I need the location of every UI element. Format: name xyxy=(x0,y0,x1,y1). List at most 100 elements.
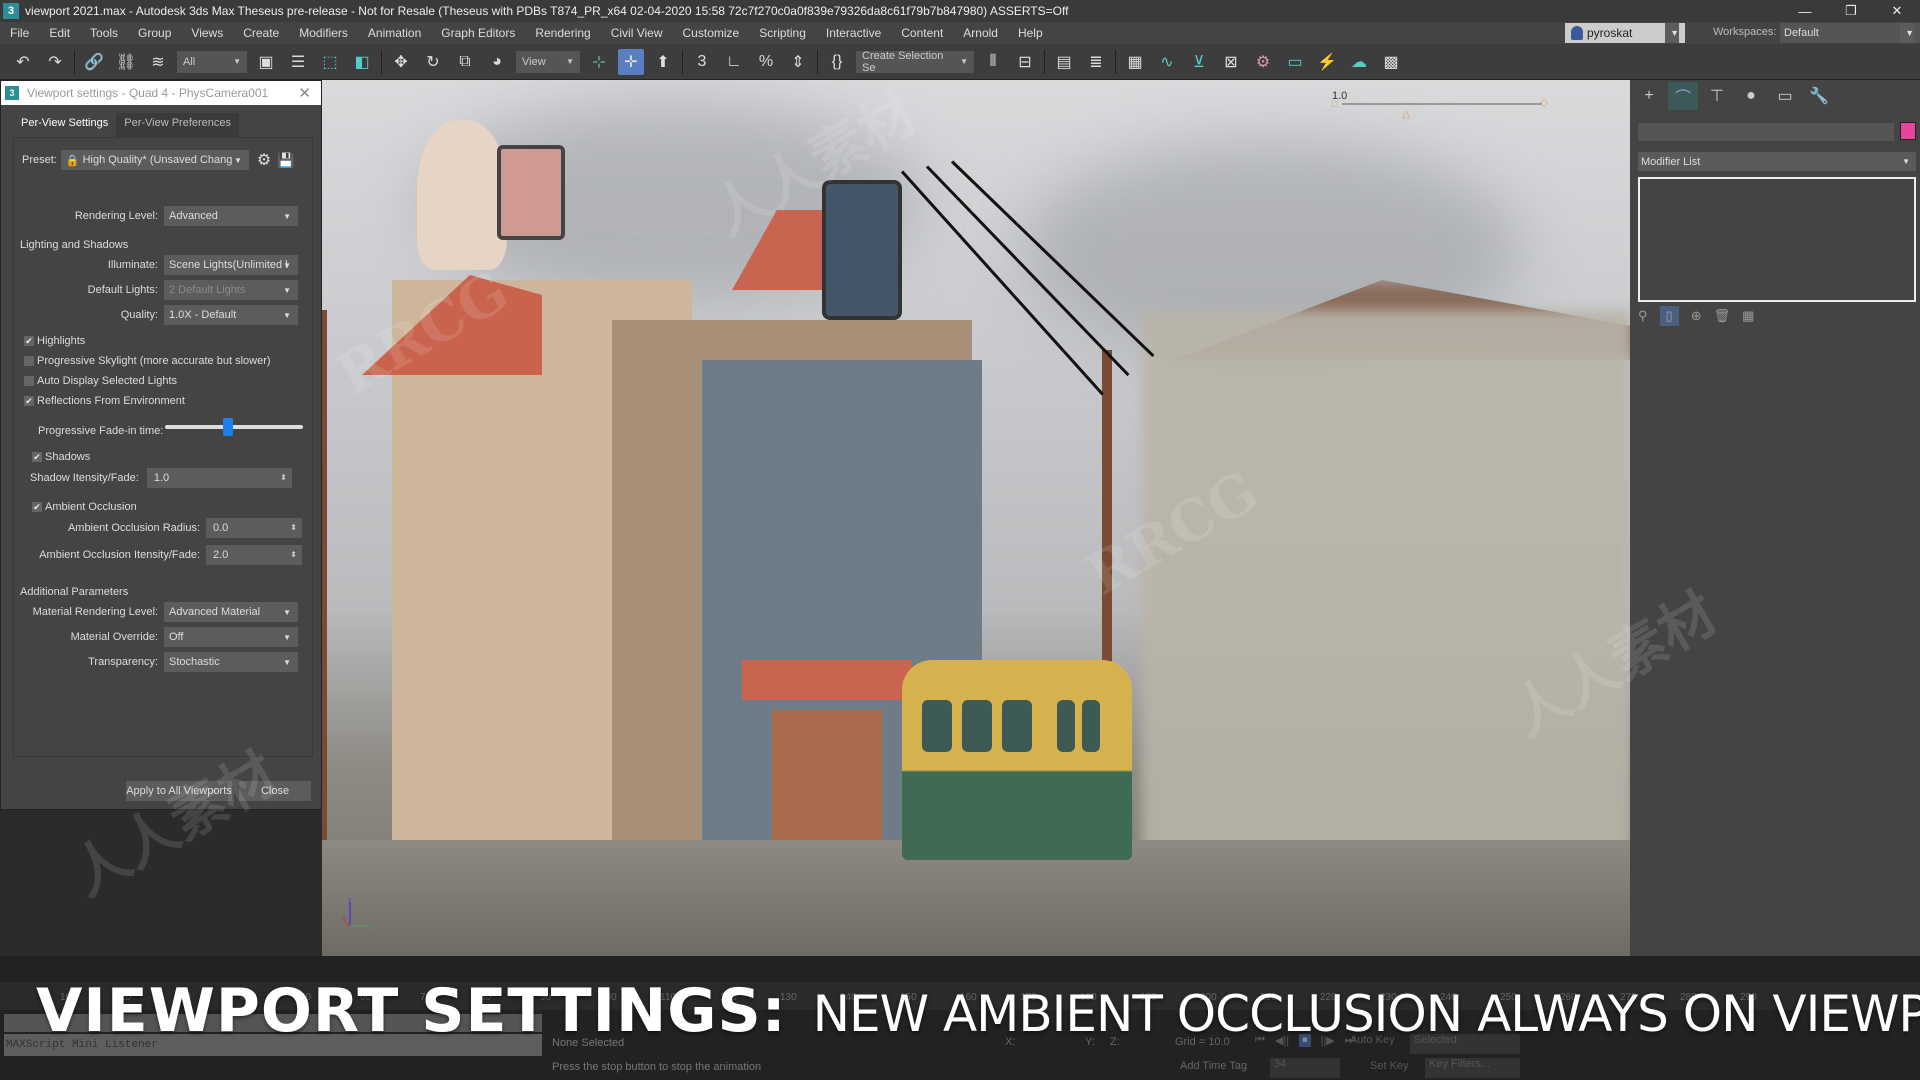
tab-per-view-settings[interactable]: Per-View Settings xyxy=(13,113,117,137)
curve-editor-icon[interactable]: ∿ xyxy=(1154,49,1180,75)
checkbox-checked[interactable]: ✔ xyxy=(24,396,34,406)
object-color-swatch[interactable] xyxy=(1900,122,1916,140)
progressive-skylight-checkbox[interactable]: Progressive Skylight (more accurate but … xyxy=(24,355,271,367)
unlink-icon[interactable]: ⛓ xyxy=(113,49,139,75)
checkbox-checked[interactable]: ✔ xyxy=(32,452,42,462)
render-cloud-icon[interactable]: ☁ xyxy=(1346,49,1372,75)
apply-to-all-viewports-button[interactable]: Apply to All Viewports xyxy=(126,781,232,801)
minimize-button[interactable]: — xyxy=(1782,0,1828,22)
shadows-checkbox[interactable]: ✔ Shadows xyxy=(32,451,90,463)
menu-rendering[interactable]: Rendering xyxy=(525,26,600,40)
restore-button[interactable]: ❐ xyxy=(1828,0,1874,22)
menu-scripting[interactable]: Scripting xyxy=(749,26,816,40)
motion-tab-icon[interactable]: ● xyxy=(1736,82,1766,110)
menu-file[interactable]: File xyxy=(0,26,39,40)
select-manipulate-icon[interactable]: ✛ xyxy=(618,48,644,75)
slider-thumb[interactable] xyxy=(222,418,233,436)
ao-radius-spinner[interactable]: 0.0 ⬍ xyxy=(206,518,302,538)
ao-intensity-spinner[interactable]: 2.0 ⬍ xyxy=(206,545,302,565)
modifier-list-dropdown[interactable]: Modifier List ▼ xyxy=(1638,152,1916,171)
scene-explorer-icon[interactable]: ▤ xyxy=(1051,49,1077,75)
modify-tab-icon[interactable]: ⌒ xyxy=(1668,82,1698,110)
placement-icon[interactable]: ◕ xyxy=(484,49,510,75)
redo-icon[interactable]: ↷ xyxy=(42,49,68,75)
display-tab-icon[interactable]: ▭ xyxy=(1770,82,1800,110)
close-button[interactable]: Close xyxy=(239,781,311,801)
utilities-tab-icon[interactable]: 🔧 xyxy=(1804,82,1834,110)
rectangular-selection-icon[interactable]: ⬚ xyxy=(317,49,343,75)
menu-create[interactable]: Create xyxy=(233,26,289,40)
dialog-title-bar[interactable]: 3 Viewport settings - Quad 4 - PhysCamer… xyxy=(1,81,321,105)
menu-views[interactable]: Views xyxy=(181,26,233,40)
auto-display-lights-checkbox[interactable]: Auto Display Selected Lights xyxy=(24,375,177,387)
named-selection-dropdown[interactable]: Create Selection Se ▼ xyxy=(856,50,974,74)
close-window-button[interactable]: ✕ xyxy=(1874,0,1920,22)
illuminate-dropdown[interactable]: Scene Lights(Unlimited l ▼ xyxy=(164,255,298,275)
key-triangle-icon[interactable]: △ xyxy=(1402,107,1410,120)
pivot-center-icon[interactable]: ⊹ xyxy=(586,49,612,75)
keyboard-shortcut-override-icon[interactable]: ⬆ xyxy=(650,49,676,75)
transparency-dropdown[interactable]: Stochastic ▼ xyxy=(164,652,298,672)
gear-icon[interactable]: ⚙ xyxy=(257,150,271,170)
toggle-ribbon-icon[interactable]: ▦ xyxy=(1122,49,1148,75)
mirror-icon[interactable]: ⫴ xyxy=(980,49,1006,75)
set-key-button[interactable]: Set Key xyxy=(1370,1060,1409,1072)
menu-interactive[interactable]: Interactive xyxy=(816,26,891,40)
rotate-icon[interactable]: ↻ xyxy=(420,49,446,75)
key-diamond-icon[interactable]: ◇ xyxy=(1540,96,1548,109)
align-icon[interactable]: ⊟ xyxy=(1012,49,1038,75)
edit-named-selection-icon[interactable]: {} xyxy=(824,49,850,75)
checkbox-checked[interactable]: ✔ xyxy=(24,336,34,346)
spinner-arrows-icon[interactable]: ⬍ xyxy=(290,524,297,532)
menu-arnold[interactable]: Arnold xyxy=(953,26,1008,40)
spinner-arrows-icon[interactable]: ⬍ xyxy=(290,551,297,559)
angle-snap-icon[interactable]: ∟ xyxy=(721,49,747,75)
shadow-intensity-spinner[interactable]: 1.0 ⬍ xyxy=(146,468,292,488)
menu-modifiers[interactable]: Modifiers xyxy=(289,26,358,40)
key-filters-button[interactable]: Key Filters... xyxy=(1425,1058,1520,1078)
rendering-level-dropdown[interactable]: Advanced ▼ xyxy=(164,206,298,226)
scale-icon[interactable]: ⧉ xyxy=(452,49,478,75)
remove-modifier-icon[interactable]: 🗑 xyxy=(1714,308,1731,324)
menu-tools[interactable]: Tools xyxy=(80,26,128,40)
spinner-arrows-icon[interactable]: ⬍ xyxy=(280,474,287,482)
create-tab-icon[interactable]: + xyxy=(1634,82,1664,110)
undo-icon[interactable]: ↶ xyxy=(10,49,36,75)
material-editor-icon[interactable]: ⊠ xyxy=(1218,49,1244,75)
checkbox-unchecked[interactable] xyxy=(24,376,34,386)
bind-space-warp-icon[interactable]: ≋ xyxy=(145,49,171,75)
material-override-dropdown[interactable]: Off ▼ xyxy=(164,627,298,647)
viewport-quad-4[interactable]: 1.0 □ △ ◇ z y x xyxy=(322,80,1630,956)
preset-dropdown[interactable]: 🔒 High Quality* (Unsaved Chang ▼ xyxy=(60,150,249,170)
reflections-checkbox[interactable]: ✔ Reflections From Environment xyxy=(24,395,185,407)
layer-explorer-icon[interactable]: ≣ xyxy=(1083,49,1109,75)
link-icon[interactable]: 🔗 xyxy=(81,49,107,75)
object-name-field[interactable] xyxy=(1638,123,1894,141)
move-icon[interactable]: ✥ xyxy=(388,49,414,75)
show-end-result-icon[interactable]: ▯ xyxy=(1659,306,1679,326)
current-frame-spinner[interactable]: 34 xyxy=(1270,1058,1340,1078)
workspaces-dropdown[interactable]: Default ▼ xyxy=(1780,23,1920,43)
menu-edit[interactable]: Edit xyxy=(39,26,80,40)
menu-animation[interactable]: Animation xyxy=(358,26,431,40)
selection-filter-dropdown[interactable]: All ▼ xyxy=(177,50,247,73)
checkbox-unchecked[interactable] xyxy=(24,356,34,366)
time-track[interactable] xyxy=(1342,103,1542,105)
arnold-icon[interactable]: ▩ xyxy=(1378,49,1404,75)
select-object-icon[interactable]: ▣ xyxy=(253,49,279,75)
quality-dropdown[interactable]: 1.0X - Default ▼ xyxy=(164,305,298,325)
menu-content[interactable]: Content xyxy=(891,26,953,40)
render-production-icon[interactable]: ⚡ xyxy=(1314,49,1340,75)
highlights-checkbox[interactable]: ✔ Highlights xyxy=(24,335,85,347)
viewport-time-slider[interactable]: 1.0 □ △ ◇ xyxy=(1332,90,1552,120)
configure-modifier-sets-icon[interactable]: ▦ xyxy=(1742,308,1754,324)
save-icon[interactable]: 💾 xyxy=(277,152,294,169)
schematic-view-icon[interactable]: ⊻ xyxy=(1186,49,1212,75)
make-unique-icon[interactable]: ⊕ xyxy=(1691,308,1702,324)
ambient-occlusion-checkbox[interactable]: ✔ Ambient Occlusion xyxy=(32,501,137,513)
menu-customize[interactable]: Customize xyxy=(673,26,750,40)
checkbox-checked[interactable]: ✔ xyxy=(32,502,42,512)
window-crossing-icon[interactable]: ◧ xyxy=(349,49,375,75)
select-by-name-icon[interactable]: ☰ xyxy=(285,49,311,75)
hierarchy-tab-icon[interactable]: ⊤ xyxy=(1702,82,1732,110)
